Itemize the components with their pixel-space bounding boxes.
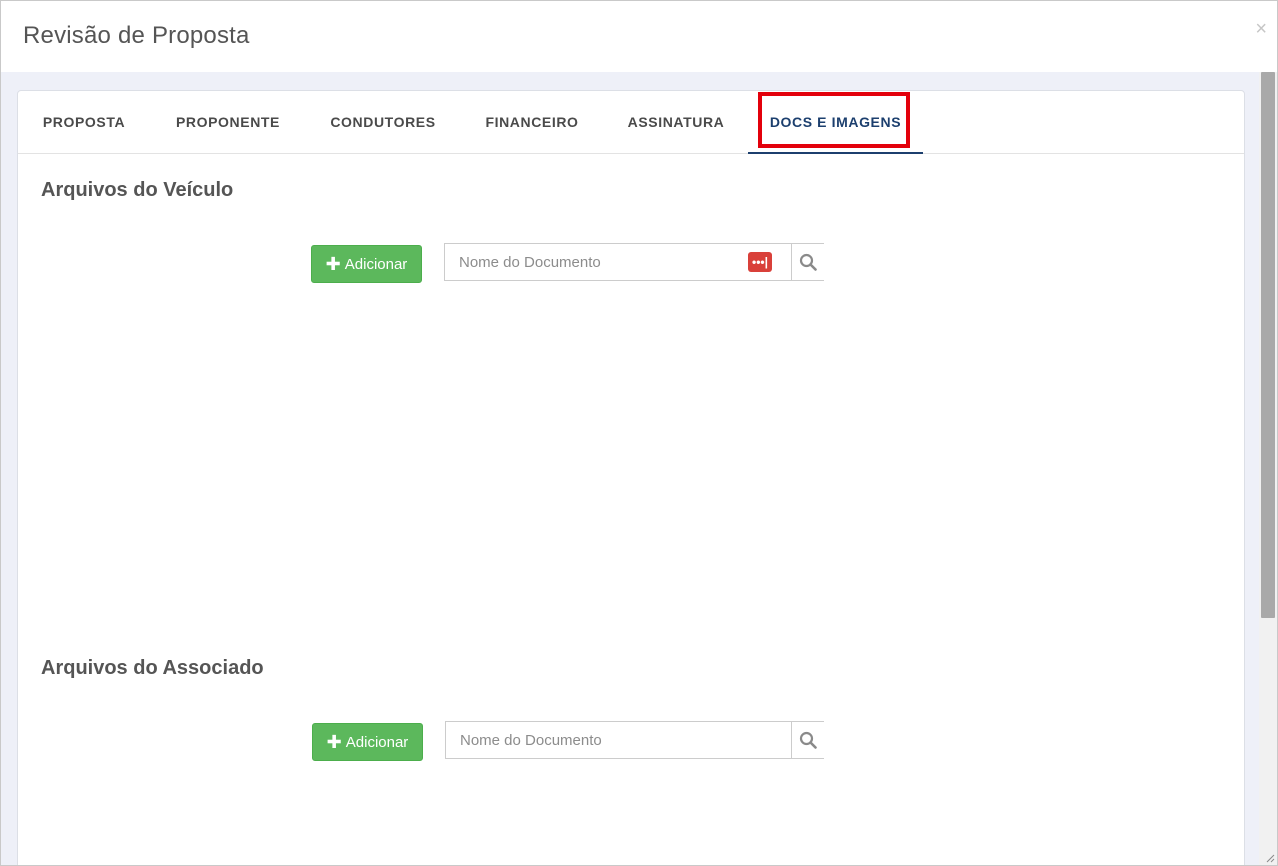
password-manager-icon[interactable]: •••|: [748, 252, 772, 272]
resize-grip-icon[interactable]: [1265, 853, 1275, 863]
tab-financeiro[interactable]: FINANCEIRO: [482, 91, 582, 153]
modal-title: Revisão de Proposta: [23, 22, 250, 49]
associate-search-button[interactable]: [792, 721, 824, 759]
search-icon: [799, 731, 817, 749]
associate-document-name-input[interactable]: [445, 721, 792, 759]
tab-assinatura[interactable]: ASSINATURA: [626, 91, 726, 153]
proposal-review-modal: Revisão de Proposta × PROPOSTA PROPONENT…: [0, 0, 1278, 866]
plus-icon: ✚: [326, 732, 342, 752]
content-panel: PROPOSTA PROPONENTE CONDUTORES FINANCEIR…: [17, 90, 1245, 865]
modal-body: PROPOSTA PROPONENTE CONDUTORES FINANCEIR…: [1, 72, 1259, 865]
modal-header: Revisão de Proposta ×: [1, 1, 1277, 72]
tab-bar: PROPOSTA PROPONENTE CONDUTORES FINANCEIR…: [18, 91, 1244, 154]
add-associate-file-button[interactable]: ✚ Adicionar: [312, 723, 423, 761]
tab-proposta[interactable]: PROPOSTA: [41, 91, 127, 153]
add-vehicle-file-button[interactable]: ✚ Adicionar: [311, 245, 422, 283]
tab-docs-e-imagens[interactable]: DOCS E IMAGENS: [748, 91, 923, 154]
vertical-scrollbar[interactable]: [1259, 72, 1277, 865]
scrollbar-thumb[interactable]: [1261, 72, 1275, 618]
add-button-label: Adicionar: [344, 255, 408, 273]
section-title-vehicle-files: Arquivos do Veículo: [41, 179, 234, 201]
vehicle-search-button[interactable]: [792, 243, 824, 281]
add-button-label: Adicionar: [345, 733, 409, 751]
tab-proponente[interactable]: PROPONENTE: [173, 91, 283, 153]
close-icon[interactable]: ×: [1255, 19, 1267, 39]
search-icon: [799, 253, 817, 271]
plus-icon: ✚: [325, 254, 341, 274]
vehicle-document-name-input[interactable]: [444, 243, 792, 281]
tab-condutores[interactable]: CONDUTORES: [328, 91, 438, 153]
section-title-associate-files: Arquivos do Associado: [41, 657, 264, 679]
